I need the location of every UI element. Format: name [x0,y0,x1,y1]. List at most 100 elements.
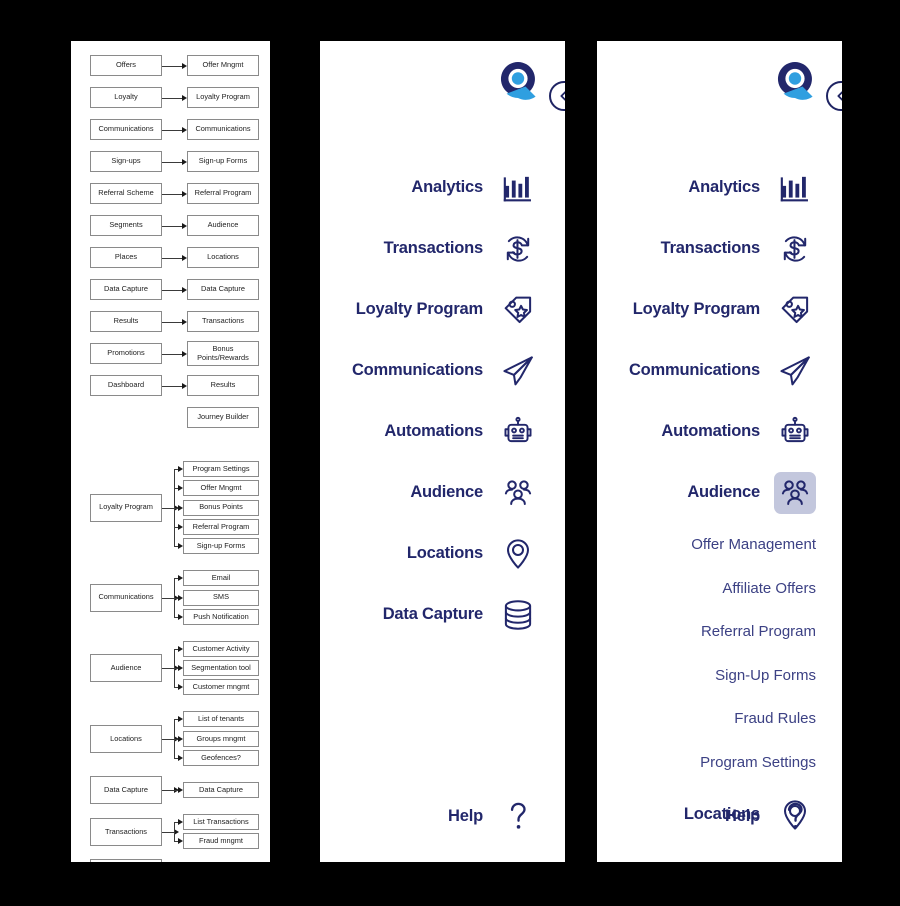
sidebar-item-transactions[interactable]: Transactions [597,218,842,279]
diagram-group-child: Bonus Points [183,499,259,516]
collapse-sidebar-button[interactable] [826,81,842,111]
connector-line [162,289,183,291]
sidebar-item-label: Audience [687,483,760,501]
sidebar-item-label: Loyalty Program [632,300,760,318]
diagram-group-child: List Transactions [183,814,259,830]
arrow-head [182,254,187,261]
diagram-box-target: Transactions [187,311,259,332]
sidebar-item-label: Communications [628,361,760,379]
arrow-head [178,466,183,472]
sidebar-item-label: Loyalty Program [355,300,483,318]
sidebar-subitem-label: Program Settings [700,753,816,771]
diagram-group-parent: Data Capture [90,776,162,804]
paper-plane-icon [780,355,810,385]
arrow-head [178,575,183,582]
sidebar-subitem-referral-program[interactable]: Referral Program [597,610,842,654]
arrow-head [178,716,183,723]
sidebar-item-automations[interactable]: Automations [320,401,565,462]
diagram-box-target: Sign-up Forms [187,151,259,172]
sidebar-item-label: Communications [351,361,483,379]
map-pin-icon [507,538,529,569]
diagram-group-child: Customer Activity [183,640,259,657]
diagram-group-child: Program Settings [183,461,259,477]
diagram-group-child: Fraud mngmt [183,833,259,850]
arrow-head [178,755,183,761]
dollar-refresh-icon [774,228,816,270]
sidebar-item-label: Locations [406,544,483,562]
diagram-group-child: SMS [183,589,259,606]
diagram-box-target: Referral Program [187,183,259,204]
sidebar-subitem-sign-up-forms[interactable]: Sign-Up Forms [597,654,842,698]
sidebar-collapsed-panel: Analytics Transactions Loyalty Program C… [320,41,565,862]
sidebar-subitem-offer-management[interactable]: Offer Management [597,523,842,567]
diagram-box-source: Offers [90,55,162,76]
sidebar-item-help[interactable]: Help [597,791,842,841]
diagram-group-child: Offer Mngmt [183,480,259,497]
arrow-head [178,645,183,652]
sidebar-nav-list: Analytics Transactions Loyalty Program C… [597,157,842,845]
sidebar-item-help[interactable]: Help [320,791,565,841]
diagram-group-child: Push Notification [183,608,259,625]
sidebar-item-communications[interactable]: Communications [320,340,565,401]
diagram-box-source: Results [90,311,162,332]
question-mark-icon [787,802,803,829]
diagram-group-child: Email [183,570,259,587]
sidebar-item-data-capture[interactable]: Data Capture [320,584,565,645]
sidebar-item-loyalty-program[interactable]: Loyalty Program [597,279,842,340]
diagram-group-child: Groups mngmt [183,730,259,747]
arrow-head [182,350,187,357]
sidebar-item-label: Automations [661,422,760,440]
diagram-group-parent: Locations [90,724,162,753]
arrow-head [182,318,187,325]
arrow-head [182,62,187,69]
sidebar-item-audience[interactable]: Audience [597,462,842,523]
arrow-head [182,382,187,389]
diagram-box-source: Referral Scheme [90,183,162,204]
sidebar-item-label: Data Capture [382,605,483,623]
diagram-box-target: Results [187,375,259,396]
connector-line [162,65,183,67]
sidebar-subitem-label: Sign-Up Forms [715,666,816,684]
people-group-icon [504,479,532,505]
diagram-group-parent: Transactions [90,817,162,846]
diagram-group-child: Customer mngmt [183,679,259,696]
sidebar-subitem-fraud-rules[interactable]: Fraud Rules [597,697,842,741]
dollar-refresh-icon [497,228,539,270]
sidebar-item-locations[interactable]: Locations [320,523,565,584]
question-mark-icon [510,802,526,829]
diagram-box-target: Data Capture [187,279,259,300]
sidebar-item-analytics[interactable]: Analytics [597,157,842,218]
diagram-group-child: Geofences? [183,750,259,766]
sidebar-subitem-program-settings[interactable]: Program Settings [597,741,842,785]
paper-plane-icon [774,350,816,392]
bar-chart-icon [780,176,808,201]
diagram-panel: Offers Offer Mngmt Loyalty Loyalty Program C… [71,41,270,862]
bar-chart-icon [774,167,816,209]
collapse-sidebar-button[interactable] [549,81,565,111]
sidebar-item-audience[interactable]: Audience [320,462,565,523]
sidebar-item-automations[interactable]: Automations [597,401,842,462]
arrow-head [182,94,187,101]
arrow-head [178,838,183,845]
database-icon [504,599,532,630]
sidebar-item-loyalty-program[interactable]: Loyalty Program [320,279,565,340]
bar-chart-icon [503,176,531,201]
sidebar-item-help-label: Help [448,806,483,825]
tag-star-icon [774,289,816,331]
diagram-box-target: Bonus Points/Rewards [187,341,259,366]
dollar-refresh-icon [783,235,807,262]
sidebar-item-transactions[interactable]: Transactions [320,218,565,279]
sidebar-subitem-affiliate-offers[interactable]: Affiliate Offers [597,567,842,611]
arrow-head [182,286,187,293]
connector-line [162,161,183,163]
arrow-head [182,158,187,165]
arrow-head [182,222,187,229]
diagram-box-target: Journey Builder [187,407,259,428]
diagram-box-source: Communications [90,119,162,140]
arrow-head [178,613,183,620]
diagram-box-source: Segments [90,215,162,236]
sidebar-item-communications[interactable]: Communications [597,340,842,401]
map-pin-icon [497,533,539,575]
arrow-head [178,523,183,530]
sidebar-item-analytics[interactable]: Analytics [320,157,565,218]
